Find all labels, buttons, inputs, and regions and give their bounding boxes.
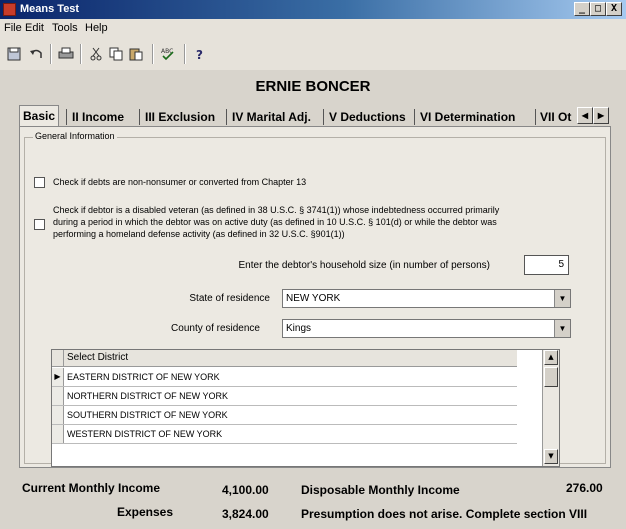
minimize-button[interactable]: _ (574, 2, 590, 16)
toolbar: ABC ? (0, 38, 626, 70)
menu-tools[interactable]: Tools (52, 22, 78, 34)
basic-panel: General Information Check if debts are n… (19, 126, 611, 468)
tab-scroll-left-icon[interactable]: ◀ (577, 107, 593, 124)
cut-icon[interactable] (86, 44, 106, 64)
dmi-value: 276.00 (566, 481, 603, 495)
tab-marital-adj[interactable]: IV Marital Adj. (232, 107, 311, 127)
disabled-veteran-checkbox[interactable] (34, 219, 45, 230)
menu-bar: File Edit Tools Help (0, 19, 626, 38)
svg-text:?: ? (196, 48, 203, 61)
grid-header: Select District (52, 350, 517, 367)
undo-icon[interactable] (26, 44, 46, 64)
save-icon[interactable] (4, 44, 24, 64)
maximize-button[interactable]: □ (590, 2, 606, 16)
print-icon[interactable] (56, 44, 76, 64)
tab-deductions[interactable]: V Deductions (329, 107, 406, 127)
non-consumer-debts-label: Check if debts are non-nonsumer or conve… (53, 177, 307, 187)
district-cell: SOUTHERN DISTRICT OF NEW YORK (67, 410, 228, 420)
menu-edit[interactable]: Edit (25, 22, 44, 34)
cmi-label: Current Monthly Income (22, 481, 161, 495)
table-row[interactable]: SOUTHERN DISTRICT OF NEW YORK (52, 406, 517, 425)
district-cell: EASTERN DISTRICT OF NEW YORK (67, 372, 220, 382)
expenses-value: 3,824.00 (222, 507, 269, 521)
disabled-veteran-label-line2: during a period in which the debtor was … (53, 217, 497, 227)
help-icon[interactable]: ? (190, 44, 210, 64)
copy-icon[interactable] (106, 44, 126, 64)
select-district-header: Select District (67, 352, 129, 363)
presumption-status: Presumption does not arise. Complete sec… (301, 507, 588, 521)
tab-determination[interactable]: VI Determination (420, 107, 515, 127)
table-row[interactable]: WESTERN DISTRICT OF NEW YORK (52, 425, 517, 444)
state-value: NEW YORK (286, 293, 341, 304)
scroll-thumb[interactable] (544, 367, 558, 387)
window-title: Means Test (20, 3, 80, 15)
window-controls: _ □ X (574, 2, 622, 17)
district-grid: Select District ▶ EASTERN DISTRICT OF NE… (51, 349, 560, 467)
household-size-label: Enter the debtor's household size (in nu… (238, 260, 491, 271)
paste-icon[interactable] (126, 44, 146, 64)
spellcheck-icon[interactable]: ABC (158, 44, 178, 64)
row-selector-icon: ▶ (52, 368, 64, 386)
app-icon (3, 3, 16, 16)
dmi-label: Disposable Monthly Income (301, 483, 460, 497)
state-label: State of residence (189, 293, 270, 304)
district-cell: NORTHERN DISTRICT OF NEW YORK (67, 391, 229, 401)
tab-bar: Basic II Income III Exclusion IV Marital… (19, 105, 609, 129)
group-title: General Information (33, 131, 117, 141)
expenses-label: Expenses (117, 505, 174, 519)
non-consumer-debts-checkbox[interactable] (34, 177, 45, 188)
table-row[interactable]: ▶ EASTERN DISTRICT OF NEW YORK (52, 368, 517, 387)
menu-help[interactable]: Help (85, 22, 108, 34)
county-value: Kings (286, 323, 312, 334)
means-test-window: Means Test _ □ X File Edit Tools Help AB… (0, 0, 626, 529)
district-cell: WESTERN DISTRICT OF NEW YORK (67, 429, 223, 439)
chevron-down-icon[interactable]: ▼ (554, 290, 570, 307)
disabled-veteran-label-line1: Check if debtor is a disabled veteran (a… (53, 205, 500, 215)
tab-vii[interactable]: VII Ot (540, 107, 571, 127)
scroll-down-icon[interactable]: ▼ (544, 449, 558, 464)
grid-scrollbar[interactable]: ▲ ▼ (542, 350, 559, 466)
cmi-value: 4,100.00 (222, 483, 269, 497)
county-select[interactable]: Kings ▼ (282, 319, 571, 338)
household-size-input[interactable]: 5 (524, 255, 569, 275)
title-bar: Means Test _ □ X (0, 0, 626, 19)
menu-file[interactable]: File (4, 22, 22, 34)
tab-income[interactable]: II Income (72, 107, 124, 127)
table-row[interactable]: NORTHERN DISTRICT OF NEW YORK (52, 387, 517, 406)
chevron-down-icon[interactable]: ▼ (554, 320, 570, 337)
tab-exclusion[interactable]: III Exclusion (145, 107, 215, 127)
close-button[interactable]: X (606, 2, 622, 16)
scroll-up-icon[interactable]: ▲ (544, 350, 558, 365)
debtor-name: ERNIE BONCER (255, 78, 371, 95)
state-select[interactable]: NEW YORK ▼ (282, 289, 571, 308)
county-label: County of residence (171, 323, 260, 334)
tab-scroll-right-icon[interactable]: ▶ (593, 107, 609, 124)
disabled-veteran-label-line3: performing a homeland defense activity (… (53, 229, 345, 239)
